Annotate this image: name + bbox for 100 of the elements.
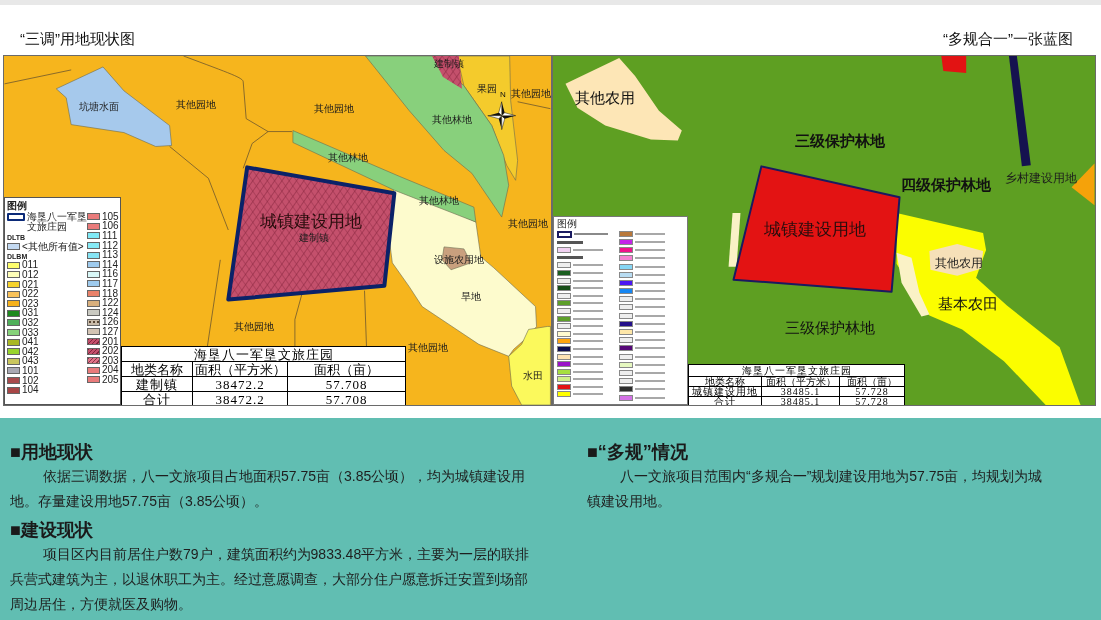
legend-text-line bbox=[634, 306, 665, 309]
land-use-label: 其他园地 bbox=[508, 219, 548, 229]
land-use-label: 建制镇 bbox=[299, 233, 329, 243]
legend-text-line bbox=[573, 264, 603, 267]
legend-label: 102 bbox=[22, 375, 39, 386]
legend-text-line bbox=[634, 339, 665, 342]
legend-text-line bbox=[573, 294, 603, 297]
compass-icon bbox=[487, 101, 516, 130]
legend-text-line bbox=[573, 309, 603, 312]
legend-label: 021 bbox=[22, 279, 39, 290]
section-heading: ■“多规”情况 bbox=[587, 441, 688, 464]
legend-label: 203 bbox=[102, 355, 119, 366]
parcel-boundary-line bbox=[4, 69, 72, 85]
table-cell: 建制镇 bbox=[122, 376, 192, 391]
legend-text-line bbox=[573, 332, 603, 335]
legend-text-line bbox=[634, 241, 665, 243]
legend-text-line bbox=[634, 298, 665, 301]
table-title: 海垦八一军垦文旅庄园 bbox=[740, 365, 852, 376]
legend-text-line bbox=[573, 393, 603, 396]
legend-text-line bbox=[634, 331, 665, 334]
legend-label: 043 bbox=[22, 356, 39, 367]
legend-text-line bbox=[573, 355, 603, 358]
legend-label: 116 bbox=[102, 269, 118, 280]
land-use-label: 其他林地 bbox=[328, 153, 368, 163]
land-use-label: 其他农用 bbox=[935, 257, 983, 269]
legend-text-line bbox=[573, 317, 603, 320]
legend-label: 105 bbox=[102, 211, 119, 222]
table-cell: 城镇建设用地 bbox=[689, 386, 761, 396]
table-cell: 38472.2 bbox=[192, 391, 287, 405]
land-use-label: 乡村建设用地 bbox=[1005, 172, 1077, 184]
legend-label: 104 bbox=[22, 385, 39, 396]
section-paragraph: 依据三调数据，八一文旅项目占地面积57.75亩（3.85公顷），均为城镇建设用地。存量建设用地57.75亩（3.85公顷）。 bbox=[10, 467, 527, 511]
column-header: 地类名称 bbox=[122, 361, 192, 376]
table-cell: 38472.2 bbox=[192, 376, 287, 391]
legend-text-line bbox=[634, 355, 665, 358]
legend-label: 042 bbox=[22, 346, 39, 357]
field-strip bbox=[728, 213, 741, 267]
legend-label: <其他所有值> bbox=[22, 241, 84, 252]
legend-text-line bbox=[634, 347, 665, 350]
land-use-label: 三级保护林地 bbox=[785, 319, 875, 335]
legend-title: 图例 bbox=[557, 218, 577, 230]
legend-text-line bbox=[573, 302, 603, 305]
land-use-label: 三级保护林地 bbox=[795, 132, 885, 148]
land-use-label: 水田 bbox=[523, 371, 543, 381]
legend-text-line bbox=[634, 396, 665, 399]
legend-label: 124 bbox=[102, 307, 119, 318]
section-heading: ■用地现状 bbox=[10, 441, 93, 464]
legend-text-line bbox=[634, 363, 665, 366]
legend-label: 205 bbox=[102, 374, 119, 385]
legend-text-line bbox=[573, 340, 603, 343]
parcel-boundary-line bbox=[364, 290, 367, 347]
legend-text-line bbox=[634, 273, 665, 276]
land-use-label: 其他园地 bbox=[234, 322, 274, 332]
legend-label: 204 bbox=[102, 365, 119, 376]
column-header: 面积（平方米） bbox=[761, 376, 839, 386]
land-use-label: 其他园地 bbox=[314, 104, 354, 114]
legend-text-line bbox=[634, 314, 665, 317]
land-use-label: 城镇建设用地 bbox=[260, 212, 362, 230]
legend-text-line bbox=[634, 388, 665, 391]
legend-label: 112 bbox=[102, 240, 118, 251]
table-cell: 38485.1 bbox=[761, 386, 839, 396]
legend-title: 图例 bbox=[7, 199, 27, 212]
construction-patch bbox=[941, 56, 967, 73]
legend-label: 023 bbox=[22, 298, 39, 309]
table-cell: 38485.1 bbox=[761, 396, 839, 405]
legend-label: 海垦八一军垦文旅庄园 bbox=[27, 212, 87, 232]
legend-text-line bbox=[634, 249, 665, 252]
table-cell: 57.708 bbox=[287, 376, 405, 391]
section-paragraph: 八一文旅项目范围内“多规合一”规划建设用地为57.75亩，均规划为城镇建设用地。 bbox=[587, 467, 1044, 511]
legend-text-line bbox=[573, 347, 603, 350]
column-header: 面积（亩） bbox=[287, 361, 405, 376]
legend-label: 033 bbox=[22, 327, 39, 338]
legend-label: 118 bbox=[102, 288, 118, 299]
legend-text-line bbox=[573, 378, 603, 381]
legend-label: 114 bbox=[102, 259, 118, 270]
land-use-label: 旱地 bbox=[461, 292, 481, 302]
legend-text-line bbox=[573, 279, 603, 282]
legend-text-line bbox=[573, 370, 603, 373]
legend-text-line bbox=[574, 233, 608, 235]
legend-text-line bbox=[573, 272, 603, 274]
land-use-label: 设施农用地 bbox=[434, 255, 484, 265]
parcel-boundary-line bbox=[517, 101, 551, 110]
table-title: 海垦八一军垦文旅庄园 bbox=[192, 347, 335, 361]
land-use-label: 其他园地 bbox=[511, 89, 551, 99]
column-header: 面积（亩） bbox=[839, 376, 904, 386]
legend-label: 111 bbox=[102, 231, 118, 241]
legend-text-line bbox=[634, 281, 665, 284]
land-use-label: 其他农用 bbox=[575, 89, 635, 105]
land-use-label: 其他园地 bbox=[176, 100, 216, 110]
legend-text-line bbox=[634, 257, 665, 260]
legend-label: 202 bbox=[102, 346, 119, 357]
legend-text-line bbox=[634, 380, 665, 383]
legend-label: 012 bbox=[22, 270, 39, 280]
legend-text-line bbox=[634, 290, 665, 293]
legend-label: 122 bbox=[102, 298, 119, 309]
legend-label: 113 bbox=[102, 250, 118, 261]
column-header: 面积（平方米） bbox=[192, 361, 287, 376]
section-paragraph: 项目区内目前居住户数79户，建筑面积约为9833.48平方米，主要为一层的联排兵营式建筑为主，以退休职工为主。经过意愿调查，大部分住户愿意拆迁安置到场部周边居住，方便就医及购物。 bbox=[10, 545, 531, 614]
land-use-label: 四级保护林地 bbox=[901, 176, 991, 192]
legend-text-line bbox=[573, 248, 603, 251]
